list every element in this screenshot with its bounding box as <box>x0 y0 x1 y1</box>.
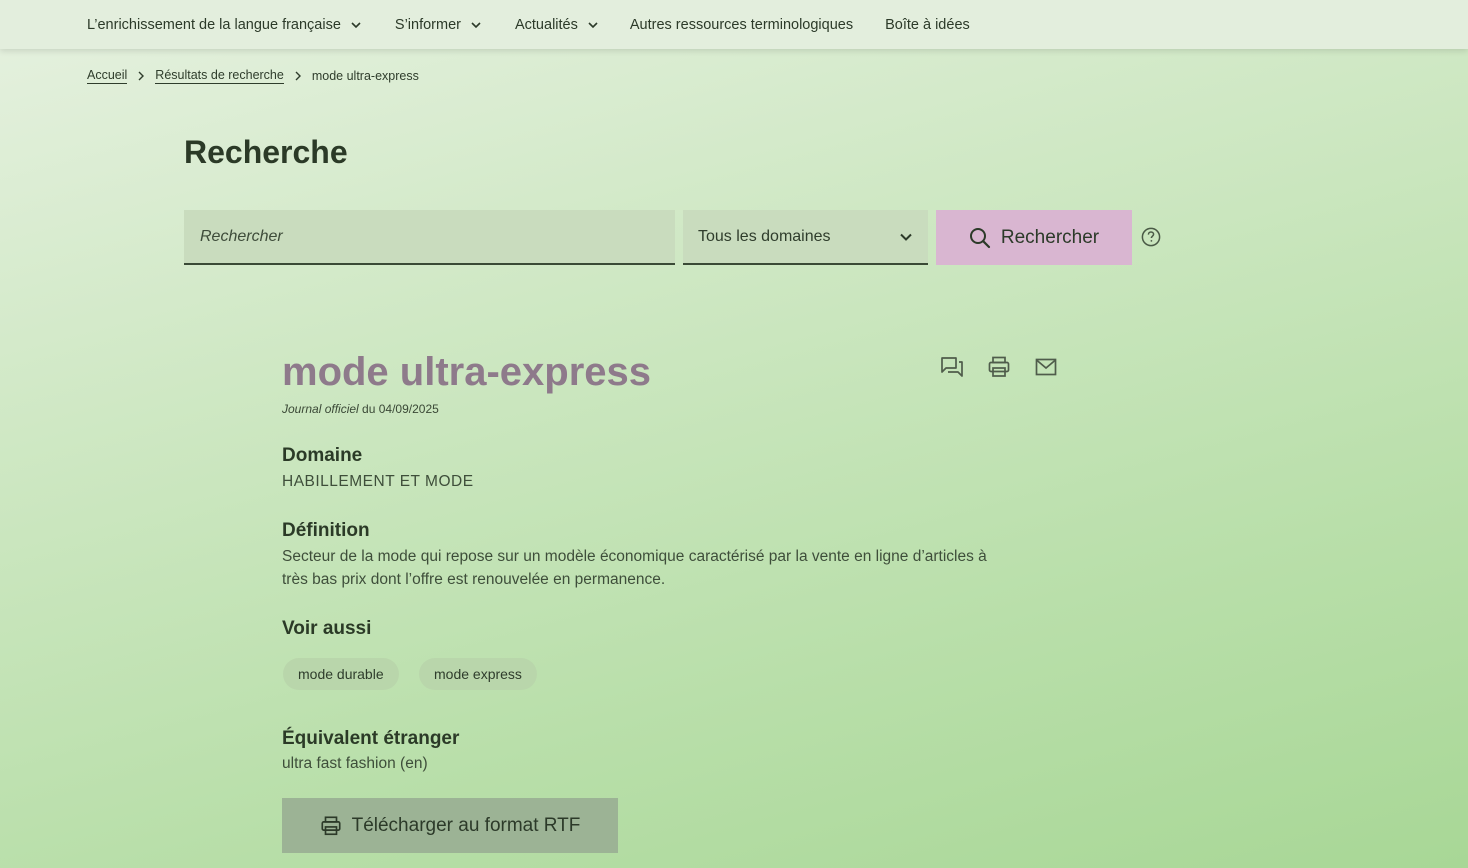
search-input[interactable] <box>184 210 675 265</box>
nav-item-sinformer[interactable]: S’informer <box>395 17 481 33</box>
nav-item-label: L’enrichissement de la langue française <box>87 16 341 33</box>
chevron-down-icon <box>900 233 912 241</box>
search-button-label: Rechercher <box>1000 226 1100 248</box>
chevron-right-icon <box>138 71 145 81</box>
term-actions <box>940 355 1081 379</box>
domain-value: HABILLEMENT ET MODE <box>282 473 474 490</box>
journal-label: Journal officiel <box>282 402 359 416</box>
journal-reference: Journal officiel du 04/09/2025 <box>282 402 439 416</box>
see-also-tag[interactable]: mode durable <box>283 658 399 690</box>
nav-item-label: Autres ressources terminologiques <box>629 16 854 33</box>
help-icon[interactable] <box>1141 227 1161 247</box>
comment-icon[interactable] <box>940 355 964 379</box>
nav-item-boite-a-idees[interactable]: Boîte à idées <box>885 17 970 33</box>
nav-item-autres-ressources[interactable]: Autres ressources terminologiques <box>630 17 853 33</box>
nav-item-label: Actualités <box>514 16 578 33</box>
nav-item-enrichissement[interactable]: L’enrichissement de la langue française <box>87 17 361 33</box>
chevron-down-icon <box>351 21 361 28</box>
chevron-right-icon <box>295 71 301 81</box>
breadcrumb-results-link[interactable]: Résultats de recherche <box>155 68 284 84</box>
journal-date: du 04/09/2025 <box>358 402 439 416</box>
download-rtf-label: Télécharger au format RTF <box>351 814 581 836</box>
nav-item-label: Boîte à idées <box>885 16 970 33</box>
foreign-equivalent-heading: Équivalent étranger <box>282 728 460 749</box>
nav-item-actualites[interactable]: Actualités <box>515 17 598 33</box>
print-icon <box>321 815 341 835</box>
breadcrumb-home-link[interactable]: Accueil <box>87 68 128 84</box>
domain-heading: Domaine <box>282 445 363 466</box>
mail-icon[interactable] <box>1034 355 1058 379</box>
search-button[interactable]: Rechercher <box>936 210 1132 265</box>
definition-line-1: Secteur de la mode qui repose sur un mod… <box>282 548 987 565</box>
chevron-down-icon <box>471 21 481 28</box>
definition-heading: Définition <box>282 520 370 541</box>
chevron-down-icon <box>588 21 598 28</box>
nav-item-label: S’informer <box>394 16 461 33</box>
download-rtf-button[interactable]: Télécharger au format RTF <box>282 798 618 853</box>
domain-select-value: Tous les domaines <box>698 227 831 245</box>
definition-line-2: très bas prix dont l’offre est renouvelé… <box>282 571 666 588</box>
term-title: mode ultra-express <box>282 350 652 394</box>
page-title: Recherche <box>184 134 348 170</box>
main-navigation: L’enrichissement de la langue française … <box>0 0 1468 49</box>
breadcrumb-current: mode ultra-express <box>311 69 419 83</box>
search-icon <box>969 227 990 248</box>
print-icon[interactable] <box>987 355 1011 379</box>
breadcrumb: Accueil Résultats de recherche mode ultr… <box>87 68 419 84</box>
see-also-heading: Voir aussi <box>282 618 372 639</box>
foreign-equivalent-value: ultra fast fashion (en) <box>282 755 428 772</box>
domain-select[interactable]: Tous les domaines <box>683 210 928 265</box>
see-also-tag[interactable]: mode express <box>419 658 537 690</box>
